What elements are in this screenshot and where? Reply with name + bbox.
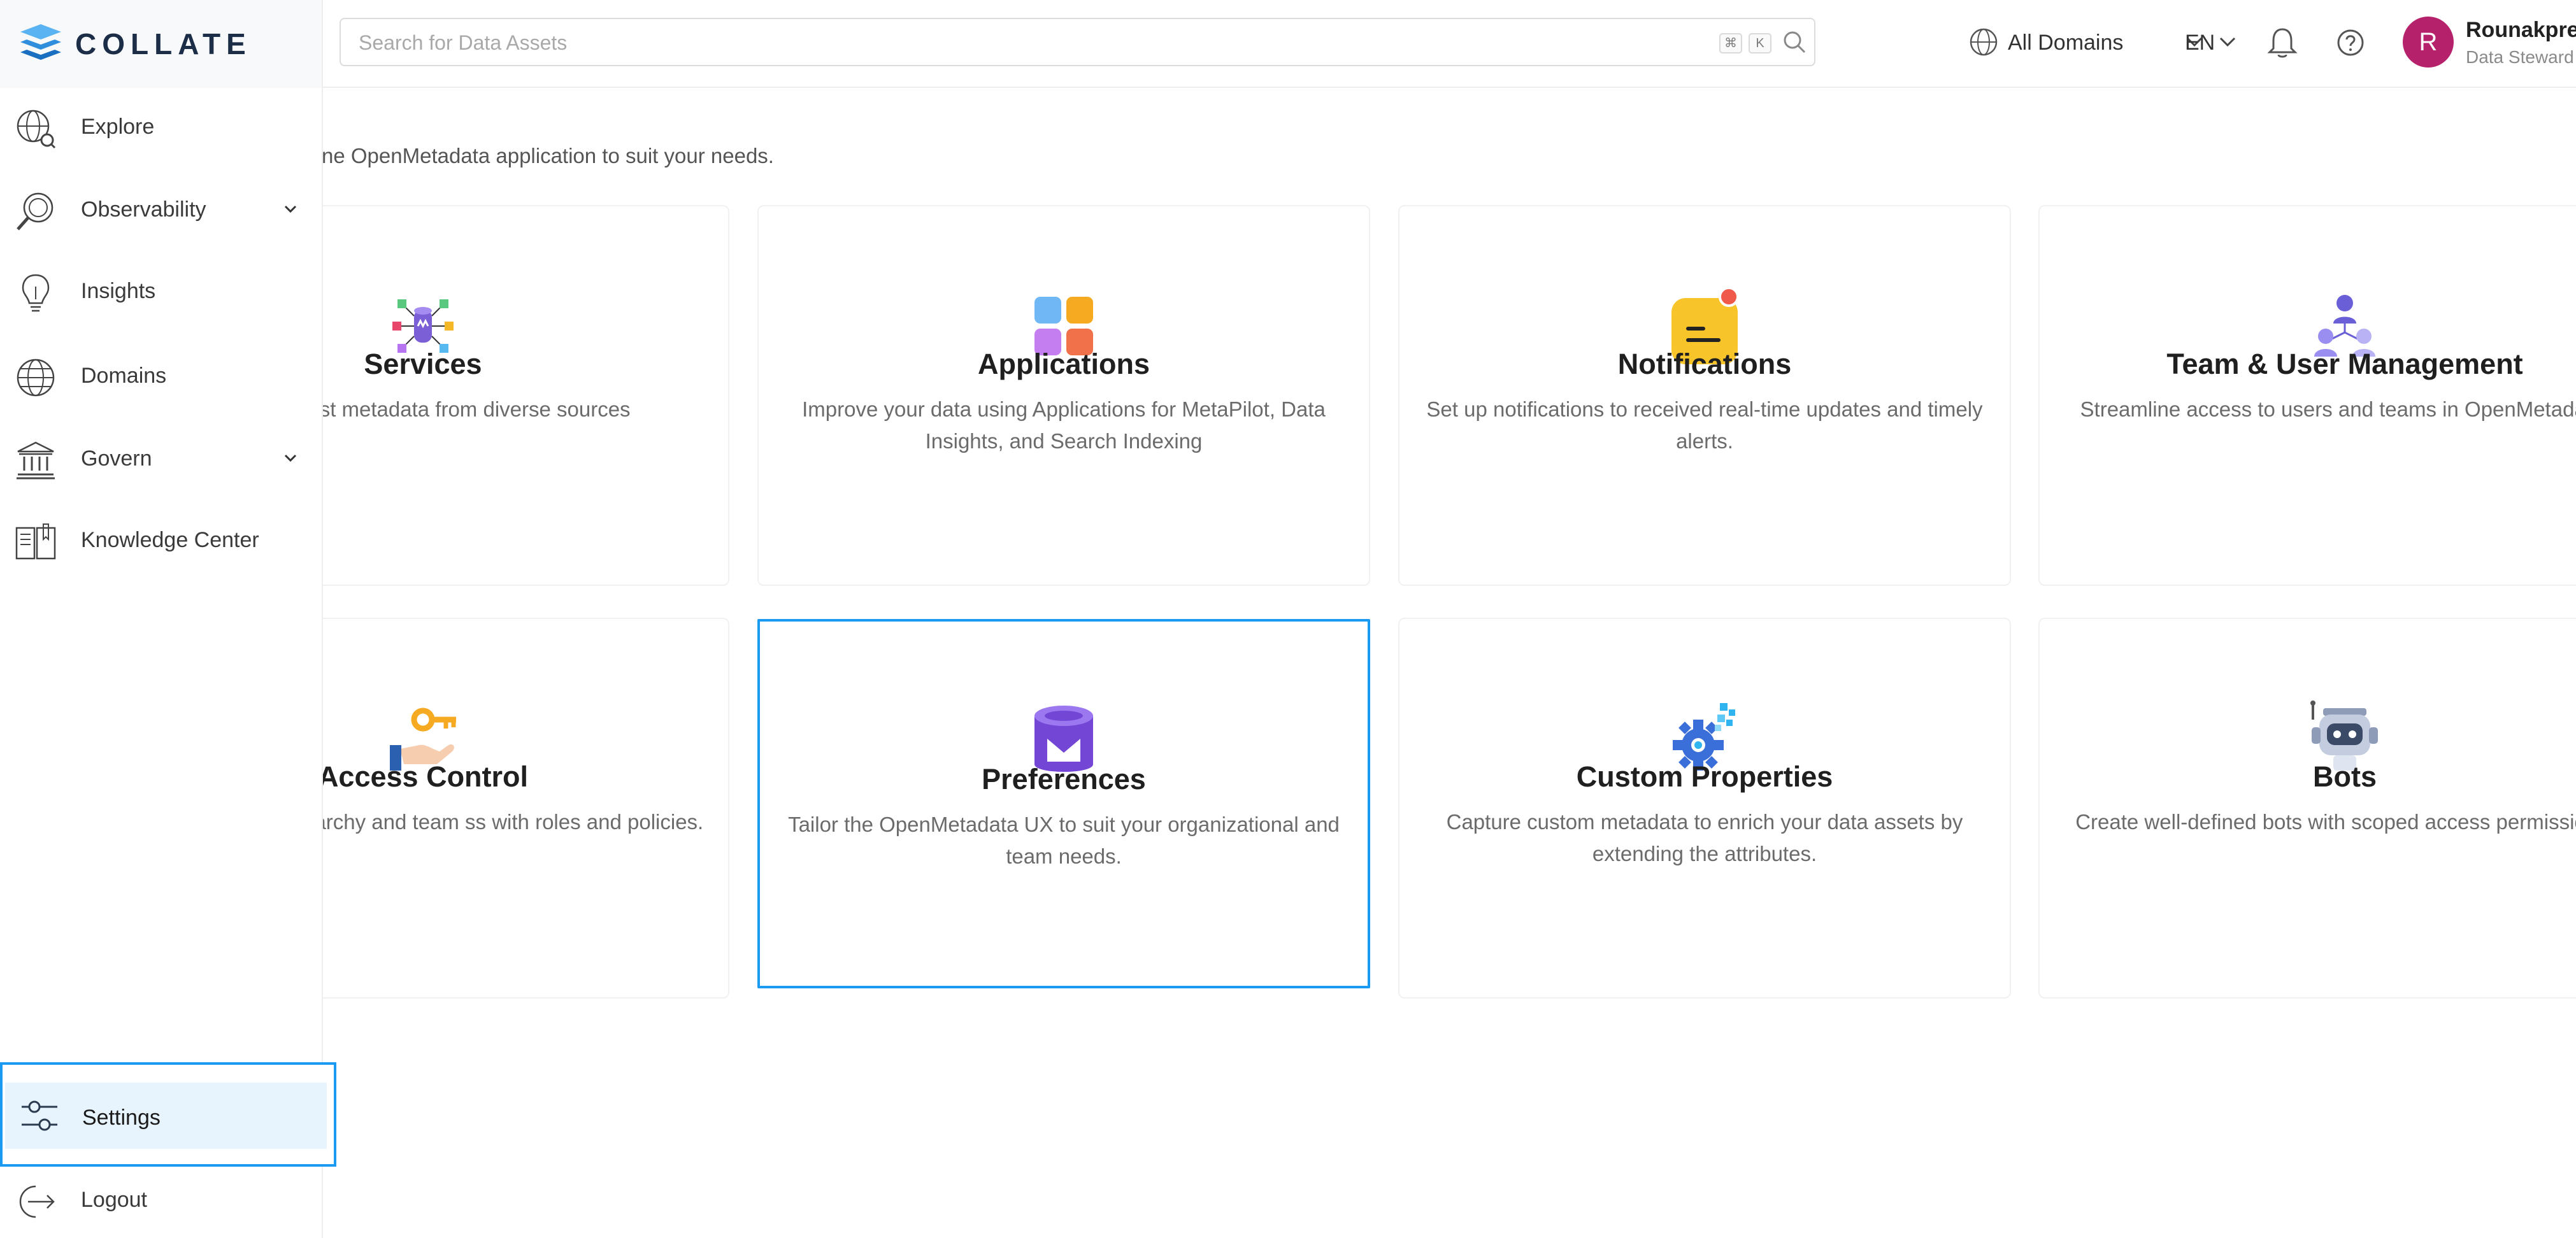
sidebar-item-label: Logout	[81, 1188, 147, 1212]
sidebar-item-label: Govern	[81, 446, 152, 471]
card-description: Tailor the OpenMetadata UX to suit your …	[788, 813, 1340, 868]
explore-icon	[17, 110, 56, 149]
search-icon[interactable]	[1782, 29, 1807, 55]
search-input[interactable]	[357, 28, 1634, 57]
settings-card-preferences[interactable]: Preferences Tailor the OpenMetadata UX t…	[757, 619, 1370, 988]
sidebar-item-knowledge-center[interactable]: Knowledge Center	[0, 506, 322, 576]
sidebar-item-domains[interactable]: Domains	[0, 341, 322, 411]
user-role: Data Steward	[2466, 47, 2574, 67]
brand-name: COLLATE	[75, 27, 252, 60]
sidebar-item-label: Insights	[81, 279, 156, 303]
settings-card-bots[interactable]: Bots Create well-defined bots with scope…	[2038, 618, 2576, 999]
globe-icon	[1970, 28, 1998, 56]
card-title: Team & User Management	[2166, 348, 2523, 380]
card-title: Notifications	[1617, 348, 1792, 380]
sidebar-item-insights[interactable]: Insights	[0, 257, 322, 327]
sidebar-item-explore[interactable]: Explore	[0, 92, 322, 162]
bell-icon[interactable]	[2267, 27, 2298, 59]
sidebar-item-label: Domains	[81, 364, 167, 388]
sidebar-item-observability[interactable]: Observability	[0, 175, 322, 245]
govern-icon	[17, 441, 55, 480]
shortcut-cmd-key: ⌘	[1719, 33, 1742, 53]
card-description: Improve your data using Applications for…	[802, 397, 1326, 453]
settings-card-applications[interactable]: Applications Improve your data using App…	[757, 205, 1370, 586]
sidebar-item-govern[interactable]: Govern	[0, 424, 322, 494]
card-description: Create well-defined bots with scoped acc…	[2075, 810, 2576, 834]
sidebar-item-label: Observability	[81, 197, 206, 222]
chevron-down-icon[interactable]	[282, 203, 299, 216]
sidebar-item-label: Knowledge Center	[81, 528, 259, 552]
chevron-down-icon	[2219, 37, 2236, 47]
card-description: Streamline access to users and teams in …	[2080, 397, 2576, 421]
sidebar-item-label: Settings	[82, 1106, 161, 1130]
sidebar-item-logout[interactable]: Logout	[0, 1165, 322, 1235]
sidebar-item-settings[interactable]: Settings	[0, 1062, 336, 1167]
observability-icon	[17, 192, 54, 231]
card-title: Applications	[977, 348, 1150, 380]
domain-label: All Domains	[2008, 31, 2124, 55]
card-title: Bots	[2313, 760, 2377, 793]
collate-logo-icon	[20, 24, 61, 60]
sidebar-item-label: Explore	[81, 115, 155, 139]
settings-card-custom-properties[interactable]: Custom Properties Capture custom metadat…	[1398, 618, 2011, 999]
card-title: Preferences	[982, 763, 1146, 795]
sidebar: COLLATE Explore Observability Insights D…	[0, 0, 336, 1238]
avatar[interactable]: R	[2403, 17, 2454, 68]
card-description: Capture custom metadata to enrich your d…	[1446, 810, 1963, 865]
shortcut-k-key: K	[1749, 33, 1771, 53]
settings-card-team-user-management[interactable]: Team & User Management Streamline access…	[2038, 205, 2576, 586]
top-header: ⌘ K All Domains EN R Rounakpre Data	[322, 0, 2576, 88]
language-label: EN	[2185, 31, 2215, 55]
settings-icon	[22, 1100, 57, 1131]
settings-card-notifications[interactable]: Notifications Set up notifications to re…	[1398, 205, 2011, 586]
user-name[interactable]: Rounakpre	[2466, 18, 2576, 43]
page-subtitle: ne OpenMetadata application to suit your…	[322, 144, 774, 167]
logo-area: COLLATE	[0, 0, 322, 88]
insights-icon	[22, 274, 50, 312]
knowledge-center-icon	[15, 523, 56, 560]
card-title: Custom Properties	[1576, 760, 1833, 793]
chevron-down-icon[interactable]	[282, 452, 299, 465]
card-description: Set up notifications to received real-ti…	[1426, 397, 1983, 453]
help-icon[interactable]	[2336, 28, 2365, 57]
domains-icon	[17, 359, 55, 397]
logout-icon	[19, 1185, 55, 1218]
search-bar[interactable]: ⌘ K	[340, 18, 1815, 66]
